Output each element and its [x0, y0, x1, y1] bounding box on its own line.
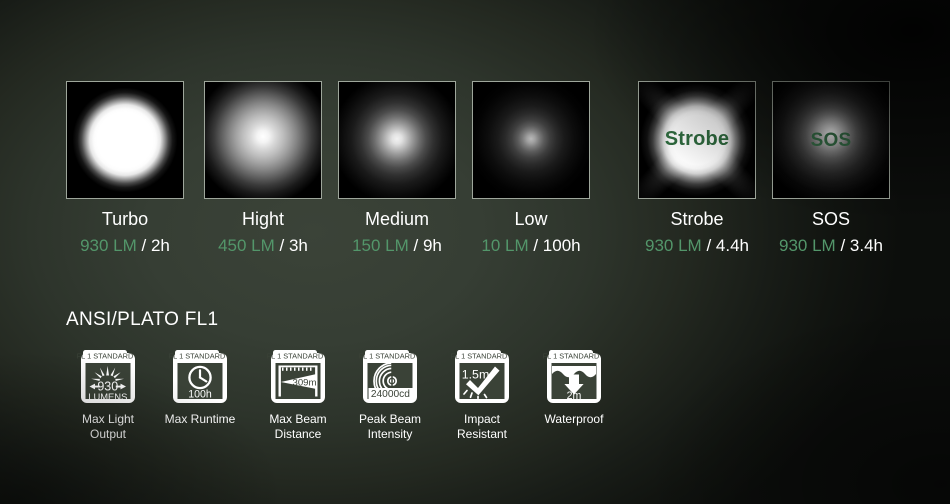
ansi-label-impact-resistant: Impact Resistant: [456, 412, 508, 441]
svg-text:FL 1 STANDARD: FL 1 STANDARD: [77, 352, 133, 361]
beam-image-high: [204, 81, 322, 199]
beam-spec-sos: 930 LM / 3.4h: [772, 236, 890, 256]
beam-lumens-strobe: 930 LM: [645, 235, 702, 255]
beam-sep-medium: /: [408, 235, 423, 255]
beam-glow-low: [473, 82, 589, 198]
sunburst-lumens-icon: FL 1 STANDARD 930 LUMENS: [77, 344, 139, 406]
ansi-item-max-beam-distance: FL 1 STANDARD 309m Max Beam Distance: [252, 344, 344, 442]
beam-overlay-sos: SOS: [810, 130, 852, 151]
beam-sep-turbo: /: [136, 235, 151, 255]
ansi-value-intensity: 24000cd: [371, 389, 410, 400]
ansi-item-max-light-output: FL 1 STANDARD 930 LUMENS Max Light Outpu…: [62, 344, 154, 442]
beam-spec-low: 10 LM / 100h: [472, 236, 590, 256]
beam-mode-turbo: Turbo 930 LM / 2h: [66, 81, 184, 256]
beam-runtime-medium: 9h: [422, 235, 442, 255]
beam-name-medium: Medium: [364, 209, 430, 229]
beam-lumens-sos: 930 LM: [779, 235, 836, 255]
ansi-plato-icon-row: FL 1 STANDARD 930 LUMENS Max Light Outpu…: [62, 344, 622, 454]
ansi-label-waterproof: Waterproof: [544, 412, 604, 426]
ansi-item-peak-beam-intensity: FL 1 STANDARD 24000cd Peak Beam Intensit…: [344, 344, 436, 442]
beam-name-sos: SOS: [811, 209, 850, 229]
peak-intensity-icon: FL 1 STANDARD 24000cd: [359, 344, 421, 406]
beam-lumens-turbo: 930 LM: [80, 235, 137, 255]
beam-name-turbo: Turbo: [101, 209, 149, 229]
beam-image-strobe: Strobe: [638, 81, 756, 199]
ansi-value-runtime: 100h: [188, 389, 212, 401]
beam-sep-low: /: [528, 235, 543, 255]
beam-runtime-low: 100h: [542, 235, 581, 255]
beam-overlay-strobe: Strobe: [664, 128, 730, 150]
ansi-label-max-beam-distance: Max Beam Distance: [269, 412, 327, 441]
beam-name-low: Low: [514, 209, 548, 229]
svg-text:FL 1 STANDARD: FL 1 STANDARD: [359, 352, 415, 361]
ansi-label-max-light-output: Max Light Output: [81, 412, 135, 441]
ansi-label-max-runtime: Max Runtime: [164, 412, 236, 426]
beam-glow-medium: [339, 82, 455, 198]
beam-spec-turbo: 930 LM / 2h: [66, 236, 184, 256]
ansi-value-waterproof: 2m: [567, 390, 582, 402]
beam-runtime-sos: 3.4h: [849, 235, 883, 255]
beam-sep-sos: /: [835, 235, 850, 255]
ansi-item-waterproof: FL 1 STANDARD 2m Waterproof: [528, 344, 620, 427]
ansi-item-impact-resistant: FL 1 STANDARD 1.5m Impact Resistant: [436, 344, 528, 442]
beam-runtime-strobe: 4.4h: [715, 235, 749, 255]
beam-mode-row: Turbo 930 LM / 2h Hight 450 LM / 3h Medi…: [0, 81, 950, 255]
svg-text:FL 1 STANDARD: FL 1 STANDARD: [169, 352, 225, 361]
beam-image-medium: [338, 81, 456, 199]
clock-runtime-icon: FL 1 STANDARD 100h: [169, 344, 231, 406]
beam-distance-icon: FL 1 STANDARD 309m: [267, 344, 329, 406]
beam-lumens-medium: 150 LM: [352, 235, 409, 255]
ansi-value-distance: 309m: [293, 378, 317, 389]
beam-mode-high: Hight 450 LM / 3h: [204, 81, 322, 256]
ansi-item-max-runtime: FL 1 STANDARD 100h Max Runtime: [154, 344, 246, 427]
impact-resistant-icon: FL 1 STANDARD 1.5m: [451, 344, 513, 406]
beam-mode-low: Low 10 LM / 100h: [472, 81, 590, 256]
ansi-unit-lumens: LUMENS: [88, 391, 127, 402]
product-spec-panel: Turbo 930 LM / 2h Hight 450 LM / 3h Medi…: [0, 0, 950, 504]
beam-glow-high: [205, 82, 321, 198]
svg-text:FL 1 STANDARD: FL 1 STANDARD: [543, 352, 599, 361]
waterproof-icon: FL 1 STANDARD 2m: [543, 344, 605, 406]
beam-mode-strobe: Strobe Strobe 930 LM / 4.4h: [638, 81, 756, 256]
beam-spec-medium: 150 LM / 9h: [338, 236, 456, 256]
beam-lumens-low: 10 LM: [481, 235, 529, 255]
beam-runtime-turbo: 2h: [150, 235, 170, 255]
beam-runtime-high: 3h: [288, 235, 308, 255]
beam-mode-sos: SOS SOS 930 LM / 3.4h: [772, 81, 890, 256]
beam-mode-medium: Medium 150 LM / 9h: [338, 81, 456, 256]
ansi-label-peak-beam-intensity: Peak Beam Intensity: [358, 412, 422, 441]
beam-spec-strobe: 930 LM / 4.4h: [638, 236, 756, 256]
beam-spec-high: 450 LM / 3h: [204, 236, 322, 256]
beam-sep-high: /: [274, 235, 289, 255]
ansi-plato-heading: ANSI/PLATO FL1: [66, 309, 219, 330]
beam-sep-strobe: /: [701, 235, 716, 255]
beam-image-low: [472, 81, 590, 199]
beam-image-turbo: [66, 81, 184, 199]
svg-text:FL 1 STANDARD: FL 1 STANDARD: [267, 352, 323, 361]
beam-image-sos: SOS: [772, 81, 890, 199]
beam-name-strobe: Strobe: [670, 209, 724, 229]
svg-text:FL 1 STANDARD: FL 1 STANDARD: [451, 352, 507, 361]
beam-name-high: Hight: [241, 209, 285, 229]
beam-lumens-high: 450 LM: [218, 235, 275, 255]
beam-glow-turbo: [67, 82, 183, 198]
